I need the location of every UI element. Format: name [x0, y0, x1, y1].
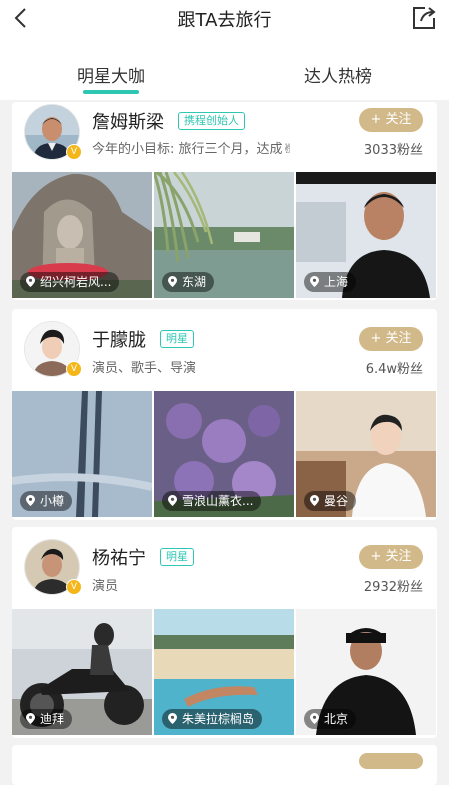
- celebrity-card[interactable]: V 于朦胧 明星 演员、歌手、导演 + 关注 6.4w粉丝 小樽 雪浪山薰衣..…: [12, 309, 437, 520]
- location-tag: 上海: [304, 272, 357, 292]
- location-tag: 朱美拉棕榈岛: [162, 709, 263, 729]
- location-pin-icon: [26, 495, 35, 506]
- follow-button[interactable]: + 关注: [359, 327, 423, 351]
- page-title: 跟TA去旅行: [177, 10, 272, 31]
- verified-badge-icon: V: [66, 144, 82, 160]
- travel-photo[interactable]: 绍兴柯岩风...: [12, 172, 152, 298]
- user-description: 演员: [92, 579, 119, 594]
- location-name: 雪浪山薰衣...: [182, 494, 254, 508]
- verified-badge-icon: V: [66, 361, 82, 377]
- celebrity-card[interactable]: V 詹姆斯梁 携程创始人 今年的小目标: 旅行三个月，达成✌ + 关注 3033…: [12, 102, 437, 300]
- location-pin-icon: [26, 713, 35, 724]
- location-name: 小樽: [40, 494, 65, 508]
- celebrity-card[interactable]: [12, 745, 437, 785]
- location-tag: 北京: [304, 709, 357, 729]
- travel-photo[interactable]: 小樽: [12, 391, 152, 517]
- user-description: 今年的小目标: 旅行三个月，达成✌: [92, 142, 294, 157]
- location-name: 绍兴柯岩风...: [40, 275, 112, 289]
- share-icon[interactable]: [411, 6, 437, 30]
- location-pin-icon: [310, 713, 319, 724]
- location-tag: 小樽: [20, 491, 73, 511]
- travel-photo[interactable]: 雪浪山薰衣...: [154, 391, 294, 517]
- location-tag: 迪拜: [20, 709, 73, 729]
- fans-count: 3033粉丝: [363, 143, 423, 158]
- location-pin-icon: [26, 276, 35, 287]
- location-tag: 绍兴柯岩风...: [20, 272, 120, 292]
- tab-hot-list[interactable]: 达人热榜: [263, 62, 413, 87]
- travel-photo[interactable]: 迪拜: [12, 609, 152, 735]
- user-description: 演员、歌手、导演: [92, 361, 197, 376]
- location-name: 东湖: [182, 275, 207, 289]
- title-tag: 明星: [160, 548, 194, 566]
- tab-underline: [83, 90, 139, 94]
- location-tag: 雪浪山薰衣...: [162, 491, 262, 511]
- location-pin-icon: [168, 276, 177, 287]
- fans-count: 2932粉丝: [363, 580, 423, 595]
- location-name: 北京: [324, 712, 349, 726]
- user-name[interactable]: 杨祐宁: [92, 544, 146, 570]
- travel-photo[interactable]: 东湖: [154, 172, 294, 298]
- location-name: 迪拜: [40, 712, 65, 726]
- title-tag: 携程创始人: [178, 112, 245, 130]
- location-name: 朱美拉棕榈岛: [182, 712, 255, 726]
- location-pin-icon: [168, 495, 177, 506]
- location-name: 曼谷: [324, 494, 349, 508]
- location-pin-icon: [310, 495, 319, 506]
- fans-count: 6.4w粉丝: [365, 362, 423, 377]
- travel-photo[interactable]: 上海: [296, 172, 436, 298]
- user-name[interactable]: 于朦胧: [92, 326, 146, 352]
- header: 跟TA去旅行 明星大咖 达人热榜: [0, 0, 449, 100]
- verified-badge-icon: V: [66, 579, 82, 595]
- location-pin-icon: [168, 713, 177, 724]
- tab-stars[interactable]: 明星大咖: [36, 62, 186, 87]
- location-name: 上海: [324, 275, 349, 289]
- follow-button[interactable]: + 关注: [359, 108, 423, 132]
- travel-photo[interactable]: 北京: [296, 609, 436, 735]
- user-name[interactable]: 詹姆斯梁: [92, 108, 164, 134]
- travel-photo[interactable]: 朱美拉棕榈岛: [154, 609, 294, 735]
- follow-button[interactable]: + 关注: [359, 545, 423, 569]
- location-tag: 东湖: [162, 272, 215, 292]
- location-tag: 曼谷: [304, 491, 357, 511]
- celebrity-card[interactable]: V 杨祐宁 明星 演员 + 关注 2932粉丝 迪拜 朱美拉棕榈岛 北京: [12, 527, 437, 738]
- travel-photo[interactable]: 曼谷: [296, 391, 436, 517]
- title-tag: 明星: [160, 330, 194, 348]
- location-pin-icon: [310, 276, 319, 287]
